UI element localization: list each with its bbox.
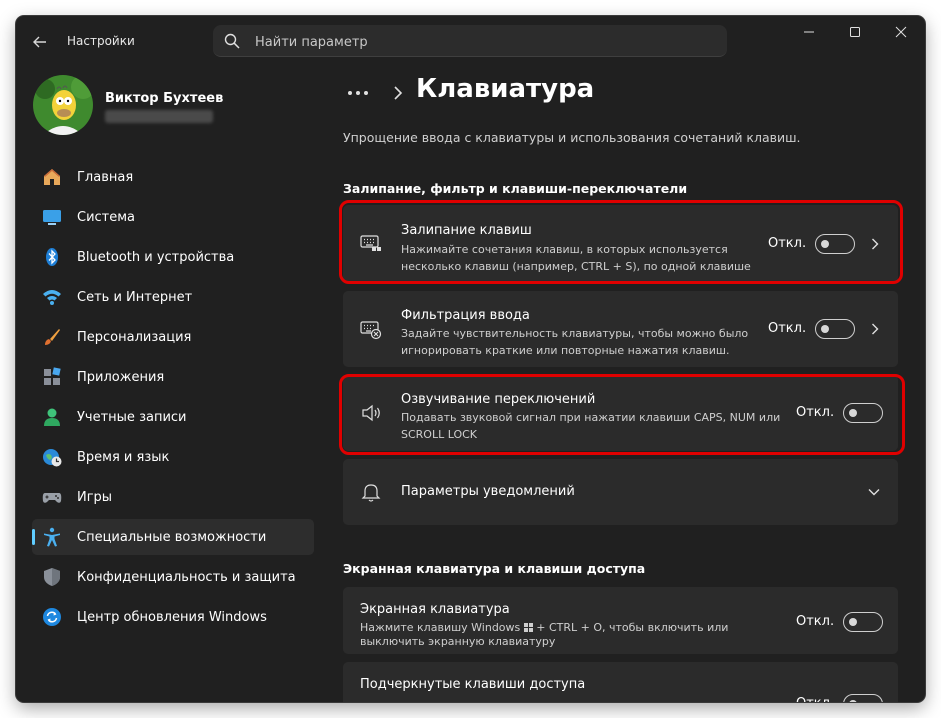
underline-access-keys-card[interactable]: Подчеркнутые клавиши доступа Откл. [343,662,898,702]
minimize-button[interactable] [786,16,832,48]
sidebar-item-personalization[interactable]: Персонализация [32,319,314,355]
update-icon [43,608,61,626]
sticky-keys-card[interactable]: Залипание клавиш Нажимайте сочетания кла… [343,205,898,283]
sidebar-item-home[interactable]: Главная [32,159,314,195]
card-description-part2: + CTRL + O, чтобы включить или [536,621,729,634]
shield-icon [44,568,60,586]
card-description-line2: несколько клавиш (например, CTRL + S), п… [401,260,751,273]
chevron-right-icon[interactable] [868,322,882,336]
bluetooth-icon [46,248,58,266]
sidebar-item-label: Bluetooth и устройства [77,249,235,265]
card-title: Озвучивание переключений [401,392,596,407]
sidebar-item-apps[interactable]: Приложения [32,359,314,395]
sidebar-item-label: Конфиденциальность и защита [77,569,296,585]
brush-icon [45,329,60,345]
maximize-icon [850,27,860,37]
globe-clock-icon [43,449,62,467]
title-bar: Настройки [16,16,925,66]
wifi-icon [43,290,61,305]
app-title: Настройки [67,34,135,48]
toggle-state-label: Откл. [768,236,807,251]
arrow-left-icon [33,36,46,48]
page-subtitle: Упрощение ввода с клавиатуры и использов… [343,130,801,145]
sidebar-item-label: Приложения [77,369,165,385]
keyboard-sticky-icon [360,235,381,251]
chevron-down-icon[interactable] [867,485,881,499]
sidebar-item-label: Учетные записи [77,409,187,425]
sidebar-item-accounts[interactable]: Учетные записи [32,399,314,435]
avatar[interactable] [33,75,93,135]
onscreen-keyboard-card[interactable]: Экранная клавиатура Нажмите клавишу Wind… [343,587,898,654]
sidebar-item-label: Игры [77,489,113,505]
chevron-right-icon[interactable] [868,237,882,251]
toggle-state-label: Откл. [796,614,835,629]
speaker-icon [362,404,380,422]
keyboard-filter-icon [360,321,382,340]
minimize-icon [804,31,814,33]
apps-icon [44,367,61,385]
sidebar-item-time-language[interactable]: Время и язык [32,439,314,475]
account-icon [44,408,60,426]
section-title-filter: Залипание, фильтр и клавиши-переключател… [343,181,688,196]
sidebar-item-label: Система [77,209,136,225]
sidebar-item-network[interactable]: Сеть и Интернет [32,279,314,315]
card-title: Залипание клавиш [401,223,532,238]
close-button[interactable] [878,16,924,48]
sidebar-item-label: Главная [77,169,134,185]
search-input[interactable] [253,32,697,52]
sidebar-item-bluetooth[interactable]: Bluetooth и устройства [32,239,314,275]
toggle-state-label: Откл. [796,405,835,420]
sidebar-item-windows-update[interactable]: Центр обновления Windows [32,599,314,635]
card-title: Фильтрация ввода [401,308,530,323]
sidebar-item-label: Специальные возможности [77,529,267,545]
sidebar-item-label: Сеть и Интернет [77,289,193,305]
maximize-button[interactable] [832,16,878,48]
section-title-onscreen: Экранная клавиатура и клавиши доступа [343,561,646,576]
avatar-image [33,75,93,135]
card-description-line2: игнорировать краткие или повторные нажат… [401,344,730,357]
card-title: Параметры уведомлений [401,484,575,499]
back-button[interactable] [28,30,52,54]
home-icon [44,169,60,185]
sidebar-item-label: Центр обновления Windows [77,609,267,625]
close-icon [895,26,907,38]
toggle-state-label: Откл. [796,696,834,702]
sticky-keys-toggle[interactable] [815,234,855,254]
chevron-right-icon [394,86,403,100]
sidebar-item-label: Время и язык [77,449,170,465]
card-description-line2: выключить экранную клавиатуру [360,635,556,648]
sidebar-item-privacy[interactable]: Конфиденциальность и защита [32,559,314,595]
user-email-redacted [105,110,213,123]
sidebar-item-gaming[interactable]: Игры [32,479,314,515]
sidebar-item-label: Персонализация [77,329,192,345]
filter-keys-card[interactable]: Фильтрация ввода Задайте чувствительност… [343,291,898,367]
windows-logo-icon [523,623,533,632]
system-icon [43,210,61,225]
gamepad-icon [42,493,62,503]
filter-keys-toggle[interactable] [815,319,855,339]
card-description-line2: SCROLL LOCK [401,428,478,441]
card-description-line1: Нажимайте сочетания клавиш, в которых ис… [401,243,728,256]
toggle-keys-card[interactable]: Озвучивание переключений Подавать звуков… [343,375,898,451]
card-title: Подчеркнутые клавиши доступа [360,677,586,692]
page-title: Клавиатура [416,74,595,104]
onscreen-keyboard-toggle[interactable] [843,612,883,632]
more-dots-icon[interactable] [346,86,372,100]
bell-icon [361,484,381,502]
card-description-line1: Задайте чувствительность клавиатуры, что… [401,327,749,340]
toggle-state-label: Откл. [768,321,807,336]
card-description-line1: Подавать звуковой сигнал при нажатии кла… [401,411,781,424]
user-name: Виктор Бухтеев [105,91,224,106]
sidebar-item-accessibility[interactable]: Специальные возможности [32,519,314,555]
notification-settings-card[interactable]: Параметры уведомлений [343,459,898,525]
card-title: Экранная клавиатура [360,602,510,617]
sidebar-nav: Главная Система Bluetooth и устройства С… [32,159,314,639]
search-icon [224,33,240,49]
underline-access-keys-toggle[interactable] [843,694,883,702]
sidebar-item-system[interactable]: Система [32,199,314,235]
accessibility-icon [44,527,60,547]
search-box[interactable] [213,25,727,57]
toggle-keys-toggle[interactable] [843,403,883,423]
settings-window: Настройки Найти параметр Виктор Бухтеев … [16,16,925,702]
